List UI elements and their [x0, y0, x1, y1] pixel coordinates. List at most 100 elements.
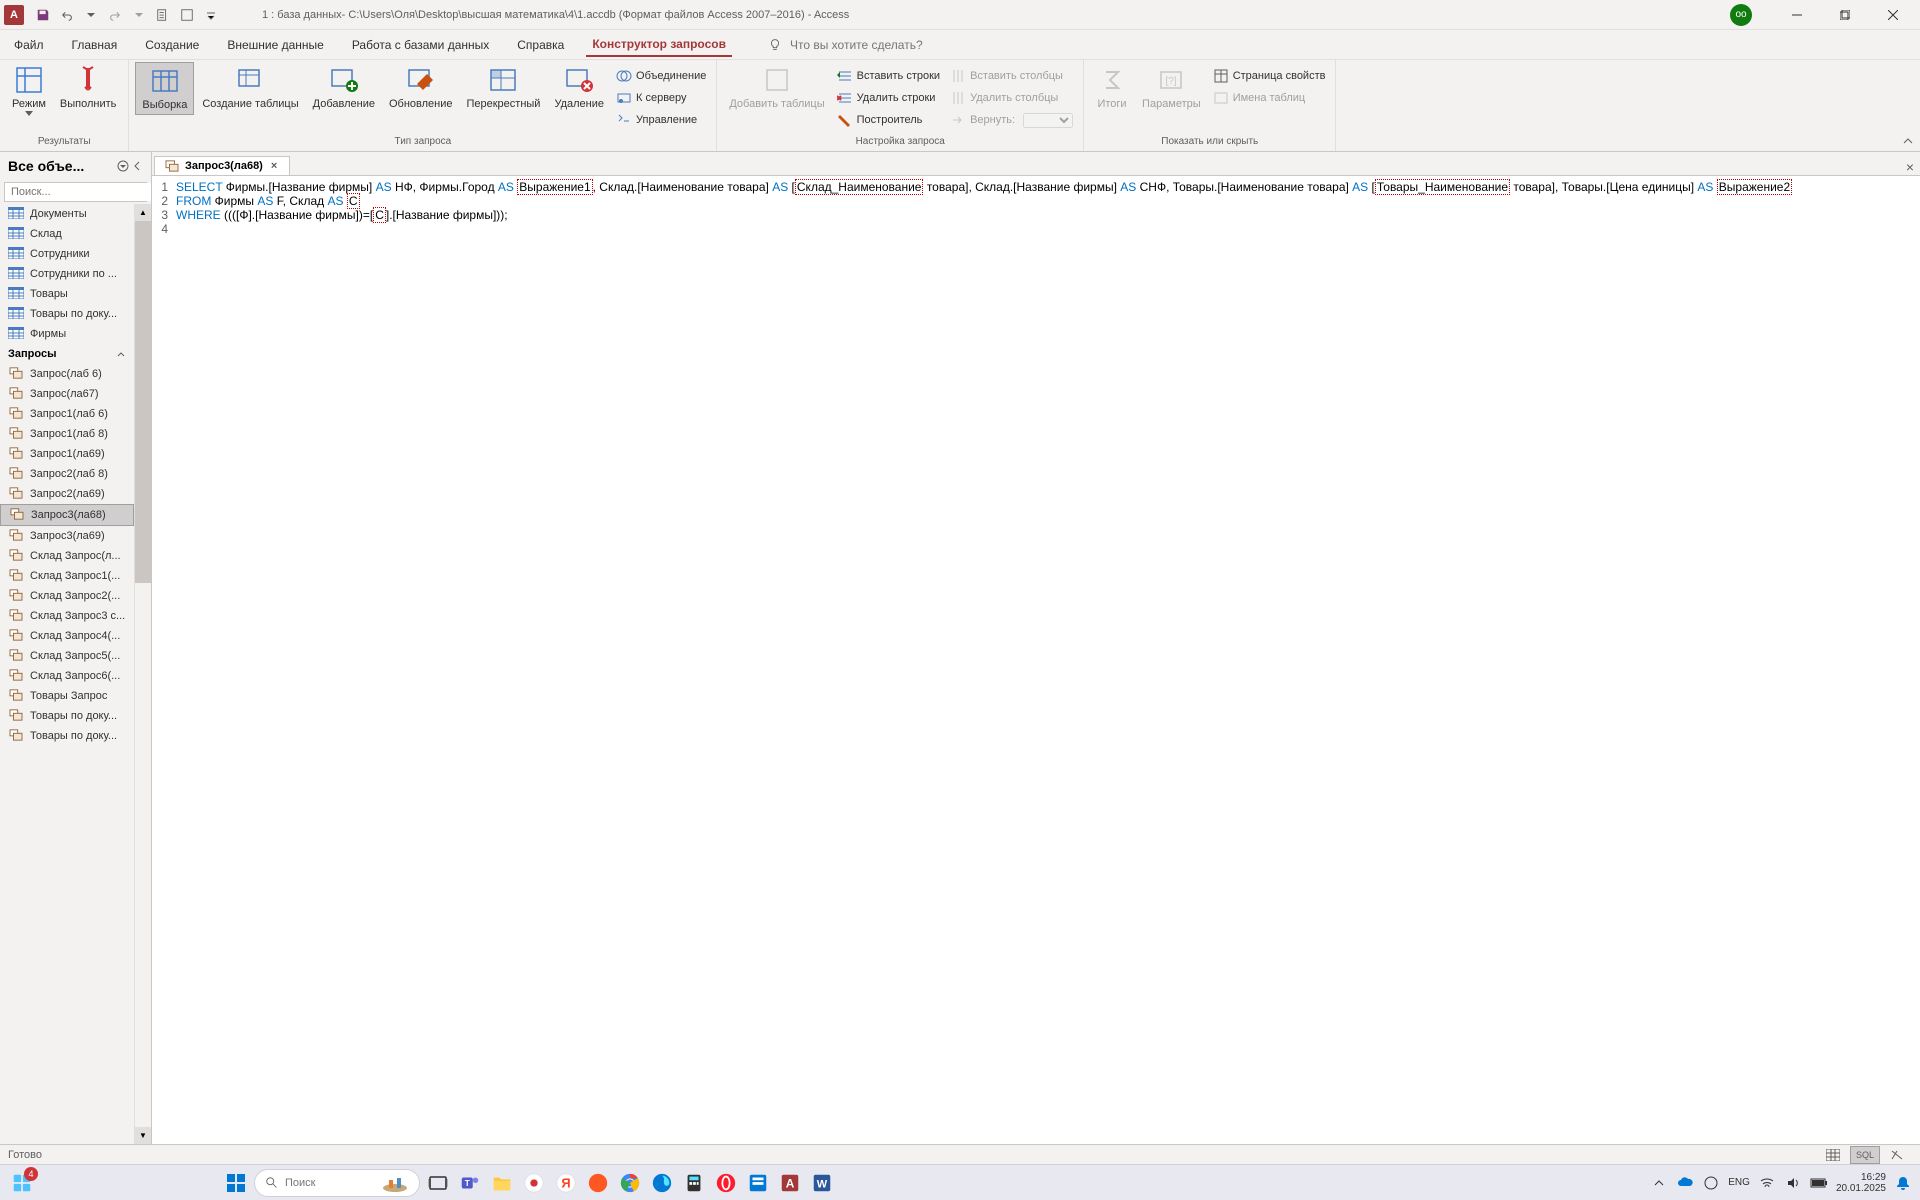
nav-header[interactable]: Все объе...: [0, 152, 151, 180]
nav-query-item[interactable]: Склад Запрос5(...: [0, 646, 134, 666]
select-query-button[interactable]: Выборка: [135, 62, 194, 115]
datadef-button[interactable]: Управление: [612, 110, 710, 130]
crosstab-button[interactable]: Перекрестный: [460, 62, 546, 113]
yandex-icon[interactable]: Я: [552, 1169, 580, 1197]
tellme-input[interactable]: [790, 38, 990, 52]
onedrive-icon[interactable]: [1676, 1174, 1694, 1192]
nav-dropdown-icon[interactable]: [117, 160, 129, 172]
nav-table-item[interactable]: Товары по доку...: [0, 304, 134, 324]
params-button[interactable]: [?] Параметры: [1136, 62, 1207, 113]
access-taskbar-icon[interactable]: A: [776, 1169, 804, 1197]
nav-query-item[interactable]: Запрос3(ла68): [0, 504, 134, 526]
save-button[interactable]: [32, 4, 54, 26]
view-button[interactable]: Режим: [6, 62, 52, 118]
nav-query-item[interactable]: Запрос2(ла69): [0, 484, 134, 504]
collapse-ribbon-button[interactable]: [1902, 135, 1914, 147]
nav-query-item[interactable]: Товары по доку...: [0, 726, 134, 746]
maketable-button[interactable]: Создание таблицы: [196, 62, 304, 113]
nav-search[interactable]: [4, 182, 147, 202]
tab-design[interactable]: Конструктор запросов: [586, 33, 732, 57]
nav-table-item[interactable]: Документы: [0, 204, 134, 224]
scroll-thumb[interactable]: [135, 221, 151, 583]
nav-query-item[interactable]: Запрос2(лаб 8): [0, 464, 134, 484]
tray-chevron-icon[interactable]: [1650, 1174, 1668, 1192]
nav-query-item[interactable]: Запрос3(ла69): [0, 526, 134, 546]
scroll-up-button[interactable]: ▲: [135, 204, 151, 221]
taskbar-search-input[interactable]: [285, 1177, 375, 1189]
account-badge[interactable]: оо: [1730, 4, 1752, 26]
insertrows-button[interactable]: Вставить строки: [833, 66, 944, 86]
datasheet-view-button[interactable]: [1818, 1146, 1848, 1164]
nav-table-item[interactable]: Товары: [0, 284, 134, 304]
nav-query-item[interactable]: Запрос1(лаб 8): [0, 424, 134, 444]
teams-icon[interactable]: T: [456, 1169, 484, 1197]
redo-dropdown[interactable]: [128, 4, 150, 26]
notifications-icon[interactable]: [1894, 1174, 1912, 1192]
tellme-search[interactable]: [768, 38, 990, 52]
app-icon-3[interactable]: [744, 1169, 772, 1197]
opera-icon[interactable]: [712, 1169, 740, 1197]
nav-table-item[interactable]: Сотрудники: [0, 244, 134, 264]
totals-button[interactable]: Итоги: [1090, 62, 1134, 113]
nav-collapse-icon[interactable]: [131, 160, 143, 172]
taskview-button[interactable]: [424, 1169, 452, 1197]
maximize-button[interactable]: [1822, 0, 1868, 30]
document-tab[interactable]: Запрос3(ла68) ×: [154, 156, 290, 175]
nav-table-item[interactable]: Сотрудники по ...: [0, 264, 134, 284]
nav-query-item[interactable]: Склад Запрос4(...: [0, 626, 134, 646]
word-icon[interactable]: W: [808, 1169, 836, 1197]
nav-query-item[interactable]: Запрос(лаб 6): [0, 364, 134, 384]
clock[interactable]: 16:29 20.01.2025: [1836, 1172, 1886, 1194]
tray-icon-1[interactable]: [1702, 1174, 1720, 1192]
passthrough-button[interactable]: К серверу: [612, 88, 710, 108]
nav-search-input[interactable]: [5, 183, 152, 201]
qat-custom-1[interactable]: [152, 4, 174, 26]
wifi-icon[interactable]: [1758, 1174, 1776, 1192]
taskbar-search[interactable]: [254, 1169, 420, 1197]
tab-external[interactable]: Внешние данные: [221, 34, 330, 56]
nav-query-item[interactable]: Склад Запрос3 с...: [0, 606, 134, 626]
undo-button[interactable]: [56, 4, 78, 26]
nav-query-item[interactable]: Склад Запрос1(...: [0, 566, 134, 586]
qat-customize-dropdown[interactable]: [200, 4, 222, 26]
chrome-icon[interactable]: [616, 1169, 644, 1197]
tab-help[interactable]: Справка: [511, 34, 570, 56]
nav-query-item[interactable]: Товары по доку...: [0, 706, 134, 726]
design-view-button[interactable]: [1882, 1146, 1912, 1164]
app-icon-1[interactable]: [520, 1169, 548, 1197]
redo-button[interactable]: [104, 4, 126, 26]
tab-file[interactable]: Файл: [8, 34, 50, 56]
nav-scrollbar[interactable]: ▲ ▼: [134, 204, 151, 1144]
nav-query-item[interactable]: Запрос1(лаб 6): [0, 404, 134, 424]
sql-editor[interactable]: 1SELECT Фирмы.[Название фирмы] AS НФ, Фи…: [152, 176, 1920, 1144]
calc-icon[interactable]: [680, 1169, 708, 1197]
nav-table-item[interactable]: Склад: [0, 224, 134, 244]
tab-home[interactable]: Главная: [66, 34, 124, 56]
scroll-down-button[interactable]: ▼: [135, 1127, 151, 1144]
propsheet-button[interactable]: Страница свойств: [1209, 66, 1330, 86]
undo-dropdown[interactable]: [80, 4, 102, 26]
battery-icon[interactable]: [1810, 1174, 1828, 1192]
nav-table-item[interactable]: Фирмы: [0, 324, 134, 344]
union-button[interactable]: Объединение: [612, 66, 710, 86]
edge-icon[interactable]: [648, 1169, 676, 1197]
nav-query-item[interactable]: Склад Запрос2(...: [0, 586, 134, 606]
nav-query-item[interactable]: Склад Запрос6(...: [0, 666, 134, 686]
sql-view-button[interactable]: SQL: [1850, 1146, 1880, 1164]
minimize-button[interactable]: [1774, 0, 1820, 30]
explorer-icon[interactable]: [488, 1169, 516, 1197]
tab-create[interactable]: Создание: [139, 34, 205, 56]
start-button[interactable]: [222, 1169, 250, 1197]
builder-button[interactable]: Построитель: [833, 110, 944, 130]
close-button[interactable]: [1870, 0, 1916, 30]
app-icon-2[interactable]: [584, 1169, 612, 1197]
language-indicator[interactable]: ENG: [1728, 1177, 1750, 1188]
close-all-button[interactable]: ×: [1906, 159, 1914, 175]
tab-dbtools[interactable]: Работа с базами данных: [346, 34, 495, 56]
update-button[interactable]: Обновление: [383, 62, 459, 113]
nav-query-item[interactable]: Склад Запрос(л...: [0, 546, 134, 566]
qat-custom-2[interactable]: [176, 4, 198, 26]
widgets-button[interactable]: 4: [8, 1169, 36, 1197]
nav-category-queries[interactable]: Запросы: [0, 344, 134, 364]
nav-query-item[interactable]: Запрос(ла67): [0, 384, 134, 404]
